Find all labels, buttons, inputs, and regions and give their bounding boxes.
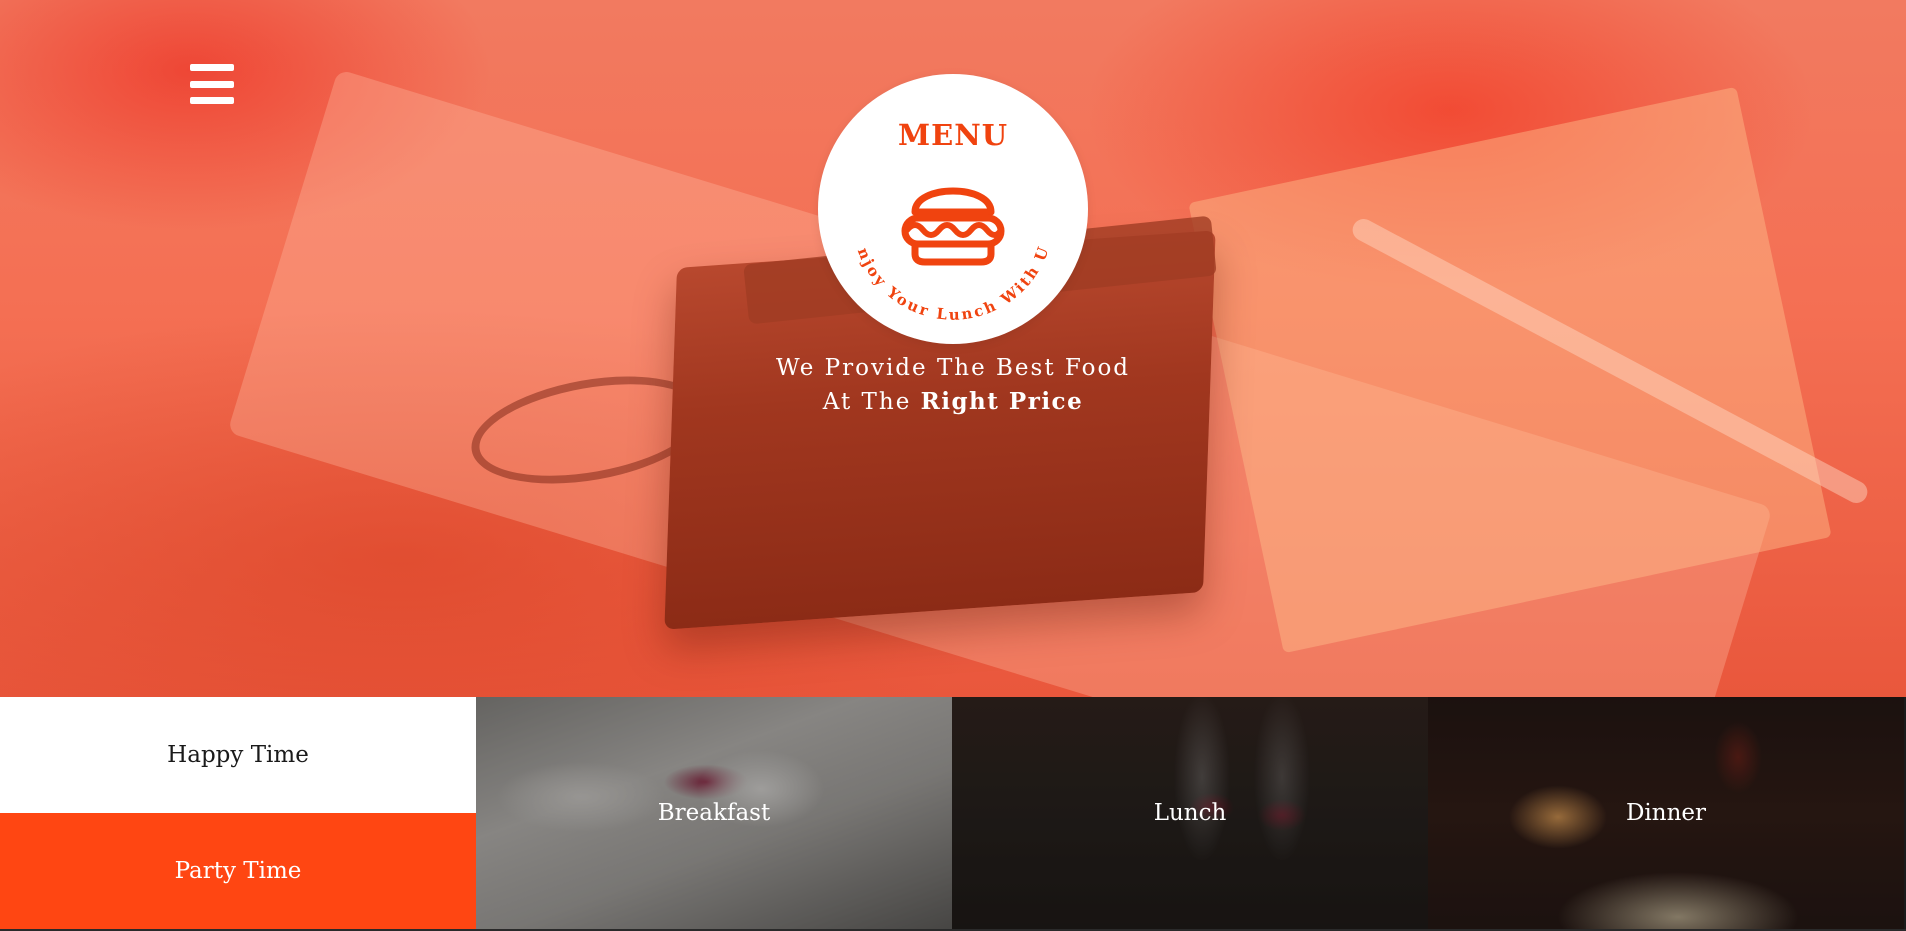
breakfast-label: Breakfast (657, 800, 771, 826)
lunch-tile[interactable]: Lunch (952, 697, 1428, 929)
tagline-line2: At The Right Price (653, 385, 1253, 419)
category-tiles: Happy Time Party Time Breakfast Lunch Di… (0, 697, 1906, 931)
logo-arc-text: Enjoy Your Lunch With Us (818, 74, 1053, 324)
dinner-label: Dinner (1625, 800, 1707, 826)
happy-time-tile[interactable]: Happy Time (0, 697, 476, 813)
hamburger-bar (190, 80, 234, 88)
svg-text:Enjoy Your Lunch With Us: Enjoy Your Lunch With Us (818, 74, 1053, 324)
hero-section: MENU Enjoy Your Lunch With Us We Provide… (0, 0, 1906, 697)
tagline-highlight: Right Price (920, 388, 1084, 415)
breakfast-tile[interactable]: Breakfast (476, 697, 952, 929)
hero-tagline: We Provide The Best Food At The Right Pr… (653, 352, 1253, 419)
happy-time-label: Happy Time (167, 742, 309, 768)
hamburger-bar (190, 64, 234, 71)
party-time-tile[interactable]: Party Time (0, 813, 476, 929)
menu-logo[interactable]: MENU Enjoy Your Lunch With Us (818, 74, 1088, 344)
hamburger-icon[interactable] (190, 64, 234, 104)
lunch-label: Lunch (1153, 800, 1227, 826)
tagline-line1: We Provide The Best Food (775, 355, 1131, 381)
dinner-tile[interactable]: Dinner (1428, 697, 1904, 929)
time-tiles: Happy Time Party Time (0, 697, 476, 929)
hamburger-bar (190, 97, 234, 104)
party-time-label: Party Time (174, 858, 302, 884)
tagline-prefix: At The (822, 389, 921, 415)
